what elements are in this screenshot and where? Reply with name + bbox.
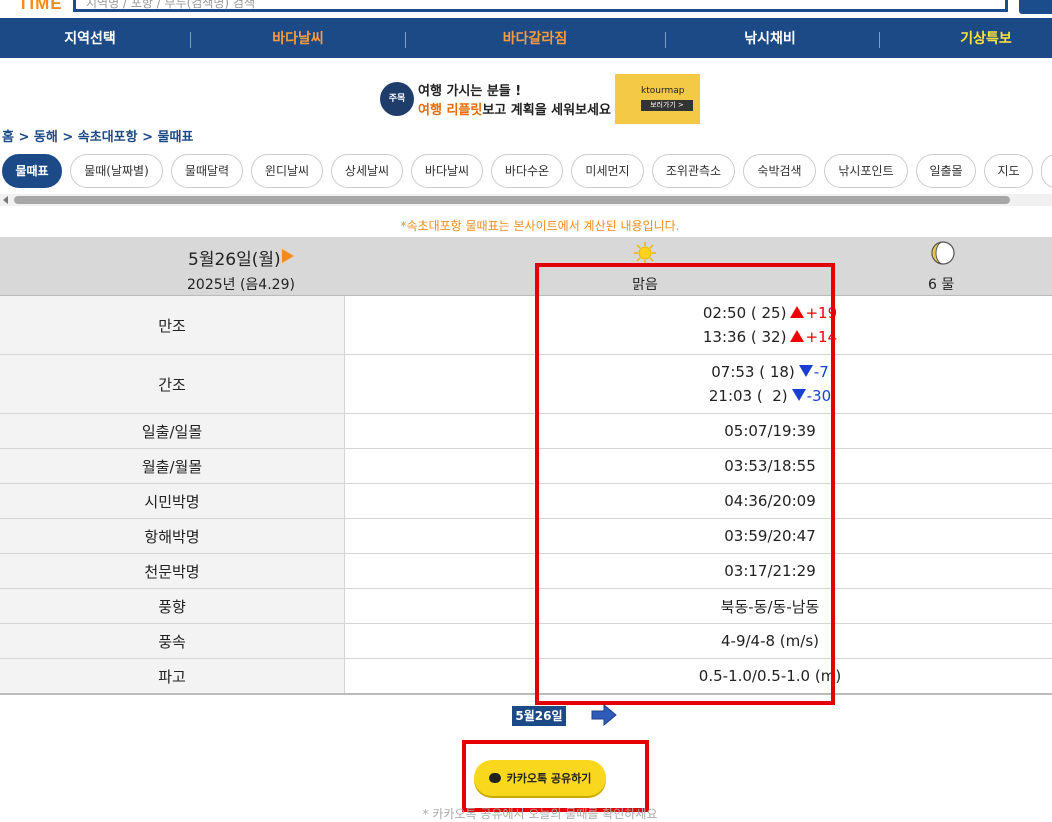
tab-fishing-point[interactable]: 낚시포인트: [824, 154, 908, 188]
date-chip[interactable]: 5월26일: [512, 706, 566, 726]
row-label: 항해박명: [0, 519, 345, 553]
search-button[interactable]: [1019, 0, 1052, 14]
day-header: 5월26일(월) 2025년 (음4.29) 맑음 6 물: [0, 237, 1052, 296]
top-header: TIME 지역명 / 포항 / 부두(검색명) 검색: [0, 0, 1052, 18]
next-date-arrow-icon[interactable]: [591, 703, 617, 730]
search-placeholder: 지역명 / 포항 / 부두(검색명) 검색: [86, 0, 256, 10]
moon-phase-icon: [930, 240, 956, 270]
nav-divider: [190, 32, 191, 48]
banner-line2-rest: 보고 계획을 세워보세요: [482, 103, 611, 118]
nav-sea-parting[interactable]: 바다갈라짐: [435, 18, 635, 58]
tab-sea-temp[interactable]: 바다수온: [491, 154, 563, 188]
highlight-box-values: [535, 263, 835, 705]
nav-divider: [405, 32, 406, 48]
tab-tide-by-date[interactable]: 물때(날짜별): [70, 154, 163, 188]
banner-line2: 여행 리플릿보고 계획을 세워보세요: [418, 99, 611, 118]
row-wind-direction: 풍향 북동-동/동-남동: [0, 589, 1052, 624]
ktourmap-view-button[interactable]: 보러가기 >: [641, 100, 693, 111]
calc-notice: *속초대포항 물때표는 본사이트에서 계산된 내용입니다.: [400, 219, 680, 233]
row-sunrise-sunset: 일출/일몰 05:07/19:39: [0, 414, 1052, 449]
row-label: 천문박명: [0, 554, 345, 588]
main-nav: 지역선택 바다날씨 바다갈라짐 낚시채비 기상특보: [0, 18, 1052, 58]
row-wind-speed: 풍속 4-9/4-8 (m/s): [0, 624, 1052, 659]
nav-weather-warning[interactable]: 기상특보: [900, 18, 1052, 58]
ktourmap-box[interactable]: ktourmap 보러가기 >: [615, 74, 700, 124]
tab-tide-calendar[interactable]: 물때달력: [171, 154, 243, 188]
row-nautical-twilight: 항해박명 03:59/20:47: [0, 519, 1052, 554]
nav-divider: [665, 32, 666, 48]
row-high-tide: 만조 02:50 ( 25) +19 13:36 ( 32) +14: [0, 296, 1052, 355]
tab-detail-weather[interactable]: 상세날씨: [331, 154, 403, 188]
tab-windy-weather[interactable]: 윈디날씨: [251, 154, 323, 188]
row-label: 만조: [0, 296, 345, 354]
banner-badge: 주목: [380, 82, 414, 116]
row-low-tide: 간조 07:53 ( 18) -7 21:03 ( 2) -30: [0, 355, 1052, 414]
nav-fishing-gear[interactable]: 낚시채비: [680, 18, 860, 58]
row-wave-height: 파고 0.5-1.0/0.5-1.0 (m): [0, 659, 1052, 695]
banner-highlight: 여행 리플릿: [418, 103, 483, 118]
tab-fine-dust[interactable]: 미세먼지: [571, 154, 644, 188]
tabs-scrollbar[interactable]: [0, 194, 1052, 206]
date-label: 5월26일(월): [188, 250, 281, 270]
tab-sea-weather[interactable]: 바다날씨: [411, 154, 483, 188]
share-note: * 카카오톡 공유에서 오늘의 물때를 확인하세요: [422, 807, 658, 821]
travel-banner[interactable]: 주목 여행 가시는 분들 ! 여행 리플릿보고 계획을 세워보세요 ktourm…: [380, 74, 700, 124]
nav-region-select[interactable]: 지역선택: [0, 18, 180, 58]
row-astronomical-twilight: 천문박명 03:17/21:29: [0, 554, 1052, 589]
row-label: 월출/월몰: [0, 449, 345, 483]
search-input[interactable]: 지역명 / 포항 / 부두(검색명) 검색: [73, 0, 1008, 12]
weather-text: 맑음: [632, 277, 658, 293]
tab-tide-table[interactable]: 물때표: [2, 154, 62, 188]
nav-sea-weather[interactable]: 바다날씨: [208, 18, 388, 58]
tab-more-partial[interactable]: [1041, 154, 1052, 188]
scroll-left-icon[interactable]: [3, 196, 8, 204]
scroll-thumb[interactable]: [14, 196, 1010, 204]
next-day-arrow-icon[interactable]: [282, 249, 294, 263]
tab-map[interactable]: 지도: [984, 154, 1033, 188]
row-label: 간조: [0, 355, 345, 413]
ktourmap-brand: ktourmap: [641, 86, 685, 96]
tide-name: 6 물: [928, 277, 955, 293]
tab-sunrise-sunset[interactable]: 일출몰: [916, 154, 976, 188]
row-moonrise-moonset: 월출/월몰 03:53/18:55: [0, 449, 1052, 484]
row-label: 풍향: [0, 589, 345, 623]
row-label: 시민박명: [0, 484, 345, 518]
tab-tide-station[interactable]: 조위관측소: [652, 154, 735, 188]
breadcrumb[interactable]: 홈 > 동해 > 속초대포항 > 물때표: [2, 126, 193, 145]
tab-lodging[interactable]: 숙박검색: [743, 154, 816, 188]
highlight-box-kakao: [462, 740, 649, 812]
row-label: 풍속: [0, 624, 345, 658]
site-logo[interactable]: TIME: [18, 0, 63, 14]
row-label: 일출/일몰: [0, 414, 345, 448]
row-civil-twilight: 시민박명 04:36/20:09: [0, 484, 1052, 519]
row-label: 파고: [0, 659, 345, 693]
banner-line1: 여행 가시는 분들 !: [418, 84, 522, 99]
nav-divider: [879, 32, 880, 48]
